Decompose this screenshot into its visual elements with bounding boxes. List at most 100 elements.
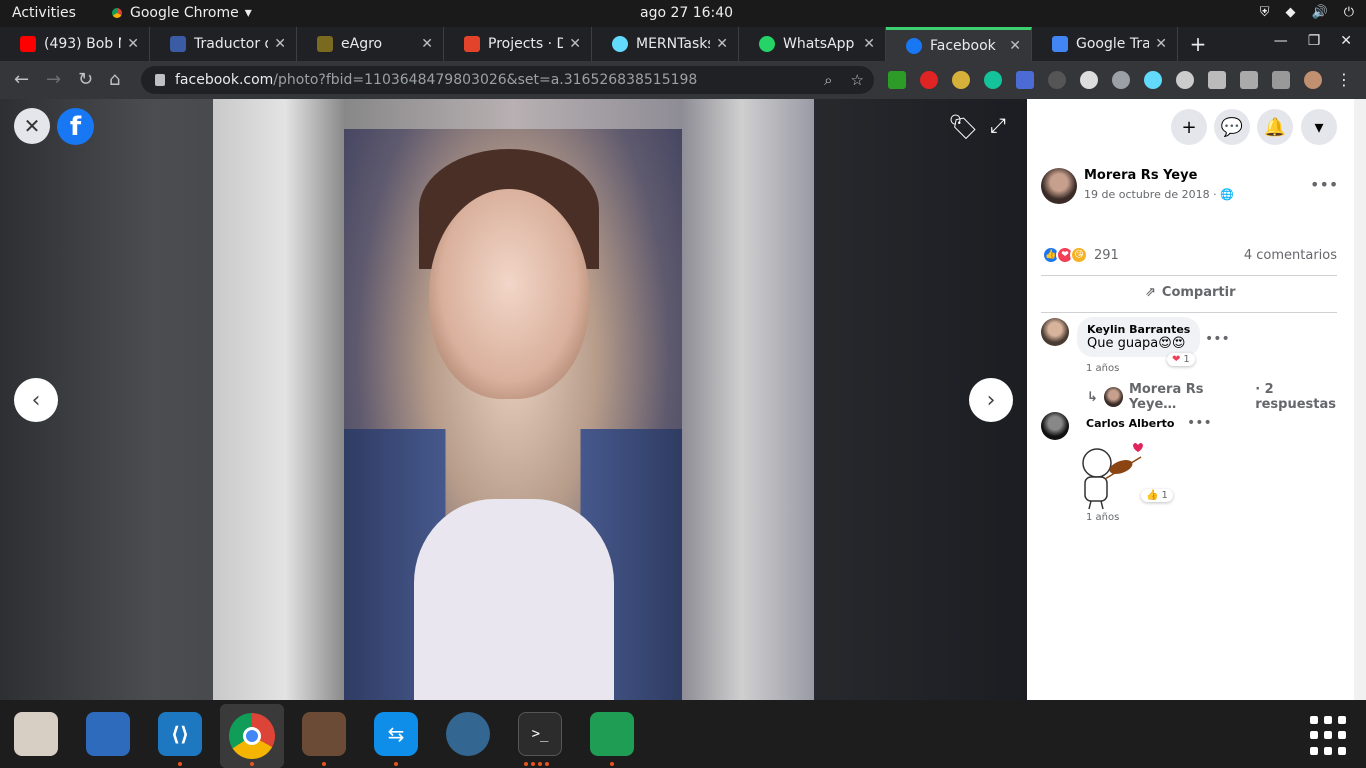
page-scrollbar[interactable] xyxy=(1354,99,1366,700)
react-devtools-icon[interactable] xyxy=(1144,71,1162,89)
extension-icon[interactable] xyxy=(1176,71,1194,89)
tab-google-translate[interactable]: Google Trad ✕ xyxy=(1032,27,1178,61)
minimize-button[interactable]: — xyxy=(1274,33,1288,49)
zoom-icon[interactable]: ⌕ xyxy=(824,71,832,89)
share-button[interactable]: ⇗ Compartir xyxy=(1145,285,1236,300)
tag-icon[interactable]: 🏷 xyxy=(948,113,978,141)
forward-button[interactable]: → xyxy=(46,69,61,90)
tab-whatsapp[interactable]: WhatsApp ✕ xyxy=(739,27,886,61)
commenter-name[interactable]: Keylin Barrantes xyxy=(1087,323,1190,336)
comments-count-link[interactable]: 4 comentarios xyxy=(1244,248,1337,263)
create-button[interactable]: + xyxy=(1171,109,1207,145)
maximize-button[interactable]: ❐ xyxy=(1308,33,1321,49)
eye-extension-icon[interactable] xyxy=(1112,71,1130,89)
clock[interactable]: ago 27 16:40 xyxy=(640,5,733,21)
chrome-app-icon[interactable] xyxy=(220,704,284,768)
fullscreen-icon[interactable]: ⤢ xyxy=(990,113,1016,139)
extension-icon[interactable] xyxy=(1208,71,1226,89)
show-applications-button[interactable] xyxy=(1310,716,1350,756)
reactions-summary[interactable]: 👍 ❤ 😘 291 xyxy=(1042,246,1119,264)
commenter-name[interactable]: Carlos Alberto xyxy=(1086,417,1174,430)
poster-avatar[interactable] xyxy=(1041,168,1077,204)
post-date[interactable]: 19 de octubre de 2018 · 🌐 xyxy=(1084,188,1234,201)
reply-author-avatar xyxy=(1103,387,1123,407)
owl-extension-icon[interactable] xyxy=(952,71,970,89)
tab-close-icon[interactable]: ✕ xyxy=(716,36,728,52)
view-replies-link[interactable]: ↳ Morera Rs Yeye… · 2 respuestas xyxy=(1087,382,1354,412)
files-app-icon[interactable] xyxy=(14,712,58,756)
comment-reactions[interactable]: ❤ 1 xyxy=(1167,353,1195,366)
teamviewer-app-icon[interactable]: ⇆ xyxy=(374,712,418,756)
profile-avatar[interactable] xyxy=(1304,71,1322,89)
vscode-app-icon[interactable]: ⟨⟩ xyxy=(158,712,202,756)
media-control-icon[interactable] xyxy=(1272,71,1290,89)
pgadmin-app-icon[interactable] xyxy=(446,712,490,756)
commenter-avatar[interactable] xyxy=(1041,318,1069,346)
grammarly-extension-icon[interactable] xyxy=(984,71,1002,89)
replies-count: · 2 respuestas xyxy=(1255,382,1337,412)
commenter-avatar[interactable] xyxy=(1041,412,1069,440)
photo-subject xyxy=(344,129,682,700)
tab-close-icon[interactable]: ✕ xyxy=(127,36,139,52)
love-icon: ❤ xyxy=(1172,354,1181,365)
close-window-button[interactable]: ✕ xyxy=(1340,33,1352,49)
eagro-icon xyxy=(317,36,333,52)
back-button[interactable]: ← xyxy=(14,69,29,90)
running-indicator xyxy=(322,762,326,766)
tab-close-icon[interactable]: ✕ xyxy=(863,36,875,52)
tab-youtube[interactable]: (493) Bob M ✕ xyxy=(0,27,150,61)
lock-icon[interactable] xyxy=(155,74,165,86)
tab-traductor[interactable]: Traductor d ✕ xyxy=(150,27,297,61)
messenger-button[interactable]: 💬 xyxy=(1214,109,1250,145)
reload-button[interactable]: ↻ xyxy=(78,69,93,90)
puzzle-extensions-icon[interactable] xyxy=(1240,71,1258,89)
tab-eagro[interactable]: eAgro ✕ xyxy=(297,27,444,61)
activities-button[interactable]: Activities xyxy=(12,5,76,21)
comment-time[interactable]: 1 años xyxy=(1086,363,1119,374)
translator-icon xyxy=(170,36,186,52)
tab-close-icon[interactable]: ✕ xyxy=(274,36,286,52)
comment-options-button[interactable]: ••• xyxy=(1187,415,1212,431)
comment-time[interactable]: 1 años xyxy=(1086,512,1119,523)
tab-facebook[interactable]: Facebook ✕ xyxy=(886,27,1032,61)
download-extension-icon[interactable] xyxy=(888,71,906,89)
tab-close-icon[interactable]: ✕ xyxy=(569,36,581,52)
power-icon[interactable]: ⏻ xyxy=(1344,5,1354,20)
next-photo-button[interactable]: › xyxy=(969,378,1013,422)
post-options-button[interactable]: ••• xyxy=(1310,175,1338,194)
tab-close-icon[interactable]: ✕ xyxy=(1155,36,1167,52)
new-tab-button[interactable]: + xyxy=(1178,27,1218,61)
tab-close-icon[interactable]: ✕ xyxy=(1009,38,1021,54)
tab-close-icon[interactable]: ✕ xyxy=(421,36,433,52)
system-tray[interactable]: ⛨ ◆ 🔊 ⏻ xyxy=(1260,5,1354,20)
volume-icon[interactable]: 🔊 xyxy=(1312,5,1328,20)
extension-icon[interactable] xyxy=(1080,71,1098,89)
spreadsheet-app-icon[interactable] xyxy=(590,712,634,756)
account-menu-button[interactable]: ▾ xyxy=(1301,109,1337,145)
previous-photo-button[interactable]: ‹ xyxy=(14,378,58,422)
vpn-icon[interactable]: ⛨ xyxy=(1260,5,1270,20)
poster-name[interactable]: Morera Rs Yeye xyxy=(1084,168,1197,183)
dbeaver-app-icon[interactable] xyxy=(302,712,346,756)
text-editor-app-icon[interactable] xyxy=(86,712,130,756)
tab-merntasks[interactable]: MERNTasks ✕ xyxy=(592,27,739,61)
extension-icon[interactable] xyxy=(1048,71,1066,89)
app-menu[interactable]: Google Chrome ▾ xyxy=(110,5,252,21)
comment-options-button[interactable]: ••• xyxy=(1205,331,1230,347)
bookmark-star-icon[interactable]: ☆ xyxy=(851,71,864,89)
tab-title: Facebook xyxy=(930,37,996,54)
youtube-icon xyxy=(20,36,36,52)
adblock-extension-icon[interactable] xyxy=(920,71,938,89)
facebook-logo-icon[interactable]: f xyxy=(57,108,94,145)
notifications-button[interactable]: 🔔 xyxy=(1257,109,1293,145)
address-bar[interactable]: facebook.com/photo?fbid=1103648479803026… xyxy=(141,66,874,94)
kebab-menu-icon[interactable]: ⋮ xyxy=(1336,71,1352,89)
comment-reactions[interactable]: 👍 1 xyxy=(1141,489,1173,502)
close-viewer-button[interactable]: ✕ xyxy=(14,108,50,144)
divider xyxy=(1041,312,1337,313)
terminal-app-icon[interactable]: >_ xyxy=(518,712,562,756)
home-button[interactable]: ⌂ xyxy=(109,69,120,90)
tab-gitlab-projects[interactable]: Projects · Da ✕ xyxy=(444,27,592,61)
wifi-icon[interactable]: ◆ xyxy=(1286,5,1296,20)
translate-extension-icon[interactable] xyxy=(1016,71,1034,89)
